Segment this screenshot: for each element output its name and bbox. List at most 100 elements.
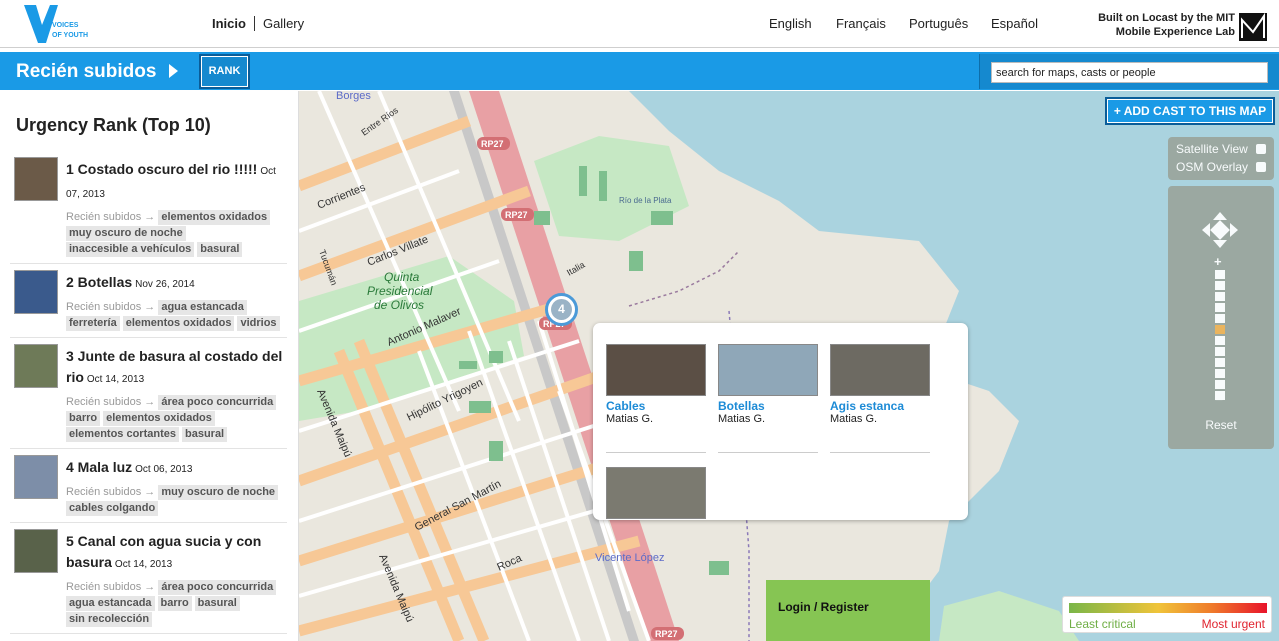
rank-thumbnail[interactable] [14, 157, 58, 201]
lang-portugues[interactable]: Português [909, 16, 968, 31]
logo-text-2: OF YOUTH [52, 32, 88, 39]
lang-english[interactable]: English [769, 16, 812, 31]
login-register-button[interactable]: Login / Register [766, 580, 930, 641]
cast-image[interactable] [718, 344, 818, 396]
osm-overlay-toggle[interactable]: OSM Overlay [1176, 160, 1266, 174]
cast-image[interactable] [830, 344, 930, 396]
nav-gallery[interactable]: Gallery [263, 16, 312, 31]
tag-chip[interactable]: ferretería [66, 316, 120, 331]
zoom-level-step[interactable] [1215, 347, 1225, 356]
zoom-level-step[interactable] [1215, 325, 1225, 334]
nav-inicio[interactable]: Inicio [212, 16, 255, 31]
rank-item-category[interactable]: Recién subidos [66, 301, 141, 313]
urgency-gradient [1069, 603, 1267, 613]
tag-chip[interactable]: elementos oxidados [158, 210, 271, 225]
rank-list-item[interactable]: 3 Junte de basura al costado del rio Oct … [10, 338, 287, 449]
rank-thumbnail[interactable] [14, 529, 58, 573]
rank-item-meta: Recién subidos → elementos oxidadosmuy o… [66, 209, 287, 257]
map-title[interactable]: Recién subidos [16, 61, 156, 83]
satellite-view-toggle[interactable]: Satellite View [1176, 142, 1266, 156]
rank-item-category[interactable]: Recién subidos [66, 396, 141, 408]
rank-list-item[interactable]: 1 Costado oscuro del rio !!!!! Oct 07, 20… [10, 151, 287, 264]
rank-item-heading[interactable]: 4 Mala luz [66, 459, 132, 475]
map-label-vicente-lopez: Vicente López [595, 552, 665, 564]
satellite-checkbox[interactable] [1256, 144, 1266, 154]
cast-card[interactable]: Cables Matias G. [606, 344, 706, 453]
osm-checkbox[interactable] [1256, 162, 1266, 172]
tag-chip[interactable]: agua estancada [66, 596, 155, 611]
legend-least: Least critical [1069, 617, 1136, 631]
cast-name[interactable]: Cables [606, 399, 706, 413]
tag-chip[interactable]: elementos oxidados [103, 411, 215, 426]
reset-button[interactable]: Reset [1168, 418, 1274, 432]
search-input[interactable] [991, 62, 1268, 83]
pan-arrows-icon[interactable] [1202, 212, 1238, 248]
rank-item-title[interactable]: 3 Junte de basura al costado del rio Oct … [66, 346, 287, 390]
tag-chip[interactable]: basural [197, 242, 243, 257]
rank-item-category[interactable]: Recién subidos [66, 486, 141, 498]
tag-chip[interactable]: sin recolección [66, 612, 153, 627]
zoom-level-step[interactable] [1215, 380, 1225, 389]
tag-chip[interactable]: basural [194, 596, 240, 611]
voices-of-youth-logo[interactable]: VOICES OF YOUTH [22, 3, 92, 45]
rank-button[interactable]: RANK [199, 54, 250, 89]
zoom-level-step[interactable] [1215, 303, 1225, 312]
zoom-level-step[interactable] [1215, 358, 1225, 367]
zoom-level-step[interactable] [1215, 314, 1225, 323]
cluster-count: 4 [551, 299, 572, 320]
cast-card[interactable] [606, 467, 706, 519]
rank-item-meta: Recién subidos → área poco concurridabar… [66, 394, 287, 442]
rank-item-category[interactable]: Recién subidos [66, 211, 141, 223]
tag-chip[interactable]: área poco concurrida [158, 580, 277, 595]
zoom-in-icon[interactable]: + [1214, 254, 1222, 269]
tag-chip[interactable]: elementos cortantes [66, 427, 179, 442]
rank-list-item[interactable]: 5 Canal con agua sucia y con basura Oct 1… [10, 523, 287, 634]
tag-chip[interactable]: elementos oxidados [122, 316, 235, 331]
cast-card[interactable]: Agis estanca Matias G. [830, 344, 930, 453]
tag-chip[interactable]: muy oscuro de noche [66, 226, 186, 241]
rank-thumbnail[interactable] [14, 270, 58, 314]
cluster-popup: Cables Matias G. Botellas Matias G. Agis… [593, 323, 968, 520]
rank-list-item[interactable]: 4 Mala luz Oct 06, 2013 Recién subidos → m… [10, 449, 287, 523]
zoom-level-step[interactable] [1215, 292, 1225, 301]
zoom-level-step[interactable] [1215, 270, 1225, 279]
rank-list-item[interactable]: 2 Botellas Nov 26, 2014 Recién subidos → a… [10, 264, 287, 338]
tag-chip[interactable]: basural [181, 427, 228, 442]
tag-chip[interactable]: agua estancada [158, 300, 247, 315]
cast-name[interactable]: Agis estanca [830, 399, 930, 413]
rank-item-heading[interactable]: 1 Costado oscuro del rio !!!!! [66, 161, 257, 177]
zoom-level-step[interactable] [1215, 336, 1225, 345]
zoom-level-step[interactable] [1215, 281, 1225, 290]
credit-line-1: Built on Locast by the MIT [1098, 12, 1235, 24]
cast-card[interactable]: Botellas Matias G. [718, 344, 818, 453]
tag-chip[interactable]: inaccesible a vehículos [66, 242, 195, 257]
tag-chip[interactable]: área poco concurrida [158, 395, 277, 410]
lang-francais[interactable]: Français [836, 16, 886, 31]
urgency-sidebar: Urgency Rank (Top 10) 1 Costado oscuro d… [0, 91, 299, 641]
tag-chip[interactable]: cables colgando [66, 501, 159, 516]
rank-thumbnail[interactable] [14, 344, 58, 388]
rank-item-title[interactable]: 5 Canal con agua sucia y con basura Oct 1… [66, 531, 287, 575]
rank-item-title[interactable]: 2 Botellas Nov 26, 2014 [66, 272, 287, 295]
tag-chip[interactable]: barro [157, 596, 192, 611]
map-label-rp27-b: RP27 [505, 210, 528, 220]
zoom-level-step[interactable] [1215, 391, 1225, 400]
cast-image[interactable] [606, 467, 706, 519]
zoom-level-step[interactable] [1215, 369, 1225, 378]
tag-chip[interactable]: muy oscuro de noche [158, 485, 279, 500]
cast-cluster-marker[interactable]: 4 [545, 293, 578, 326]
tag-chip[interactable]: barro [66, 411, 101, 426]
lang-espanol[interactable]: Español [991, 16, 1038, 31]
cast-author: Matias G. [718, 413, 766, 425]
caret-right-icon[interactable] [169, 64, 178, 78]
rank-item-heading[interactable]: 2 Botellas [66, 274, 132, 290]
rank-thumbnail[interactable] [14, 455, 58, 499]
add-cast-button[interactable]: + ADD CAST TO THIS MAP [1105, 97, 1275, 125]
cast-image[interactable] [606, 344, 706, 396]
rank-item-title[interactable]: 4 Mala luz Oct 06, 2013 [66, 457, 287, 480]
rank-item-title[interactable]: 1 Costado oscuro del rio !!!!! Oct 07, 20… [66, 159, 287, 205]
tag-chip[interactable]: vidrios [237, 316, 280, 331]
mit-mel-logo[interactable] [1238, 12, 1268, 42]
cast-name[interactable]: Botellas [718, 399, 818, 413]
rank-item-category[interactable]: Recién subidos [66, 581, 141, 593]
